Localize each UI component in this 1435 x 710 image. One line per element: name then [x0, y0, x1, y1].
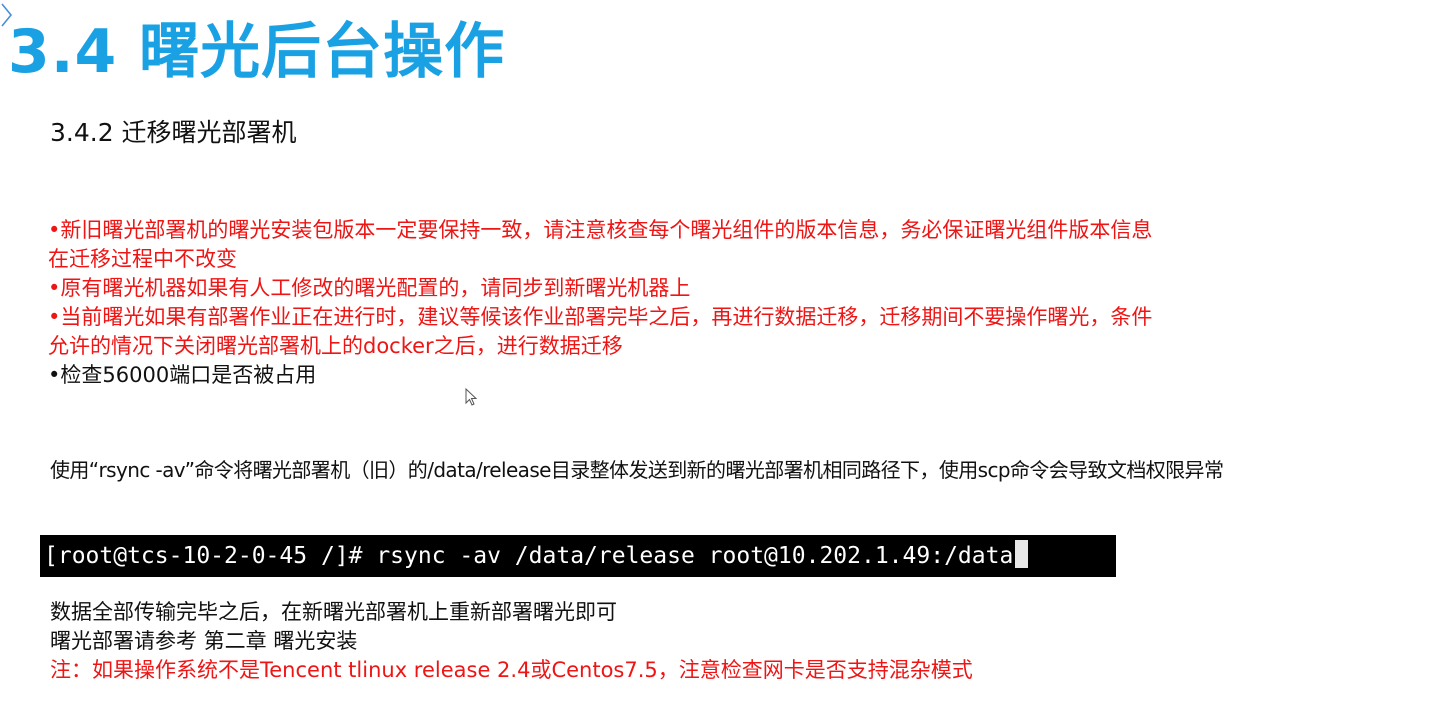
os-warning-note: 注：如果操作系统不是Tencent tlinux release 2.4或Cen… — [50, 658, 973, 682]
note-text-continued: 允许的情况下关闭曙光部署机上的docker之后，进行数据迁移 — [48, 334, 623, 358]
note-text: •检查56000端口是否被占用 — [48, 363, 317, 387]
note-item: •当前曙光如果有部署作业正在进行时，建议等候该作业部署完毕之后，再进行数据迁移，… — [48, 303, 1152, 361]
note-text-continued: 在迁移过程中不改变 — [48, 247, 237, 271]
rsync-description: 使用“rsync -av”命令将曙光部署机（旧）的/data/release目录… — [50, 458, 1224, 482]
note-item: •原有曙光机器如果有人工修改的曙光配置的，请同步到新曙光机器上 — [48, 274, 1152, 303]
note-text: •当前曙光如果有部署作业正在进行时，建议等候该作业部署完毕之后，再进行数据迁移，… — [48, 305, 1153, 329]
mouse-pointer-icon — [465, 388, 478, 406]
note-item: •新旧曙光部署机的曙光安装包版本一定要保持一致，请注意核查每个曙光组件的版本信息… — [48, 216, 1152, 274]
terminal-command: [root@tcs-10-2-0-45 /]# rsync -av /data/… — [44, 543, 1014, 569]
after-line: 数据全部传输完毕之后，在新曙光部署机上重新部署曙光即可 — [50, 600, 617, 624]
page-title: 3.4 曙光后台操作 — [8, 17, 506, 87]
terminal-cursor — [1015, 540, 1029, 568]
note-text: •新旧曙光部署机的曙光安装包版本一定要保持一致，请注意核查每个曙光组件的版本信息… — [48, 218, 1153, 242]
note-text: •原有曙光机器如果有人工修改的曙光配置的，请同步到新曙光机器上 — [48, 276, 691, 300]
post-transfer-notes: 数据全部传输完毕之后，在新曙光部署机上重新部署曙光即可 曙光部署请参考 第二章 … — [50, 598, 973, 685]
section-subtitle: 3.4.2 迁移曙光部署机 — [50, 118, 297, 147]
terminal-command-block: [root@tcs-10-2-0-45 /]# rsync -av /data/… — [40, 535, 1116, 577]
migration-notes: •新旧曙光部署机的曙光安装包版本一定要保持一致，请注意核查每个曙光组件的版本信息… — [48, 216, 1152, 390]
after-line: 曙光部署请参考 第二章 曙光安装 — [50, 629, 358, 653]
note-item: •检查56000端口是否被占用 — [48, 361, 1152, 390]
